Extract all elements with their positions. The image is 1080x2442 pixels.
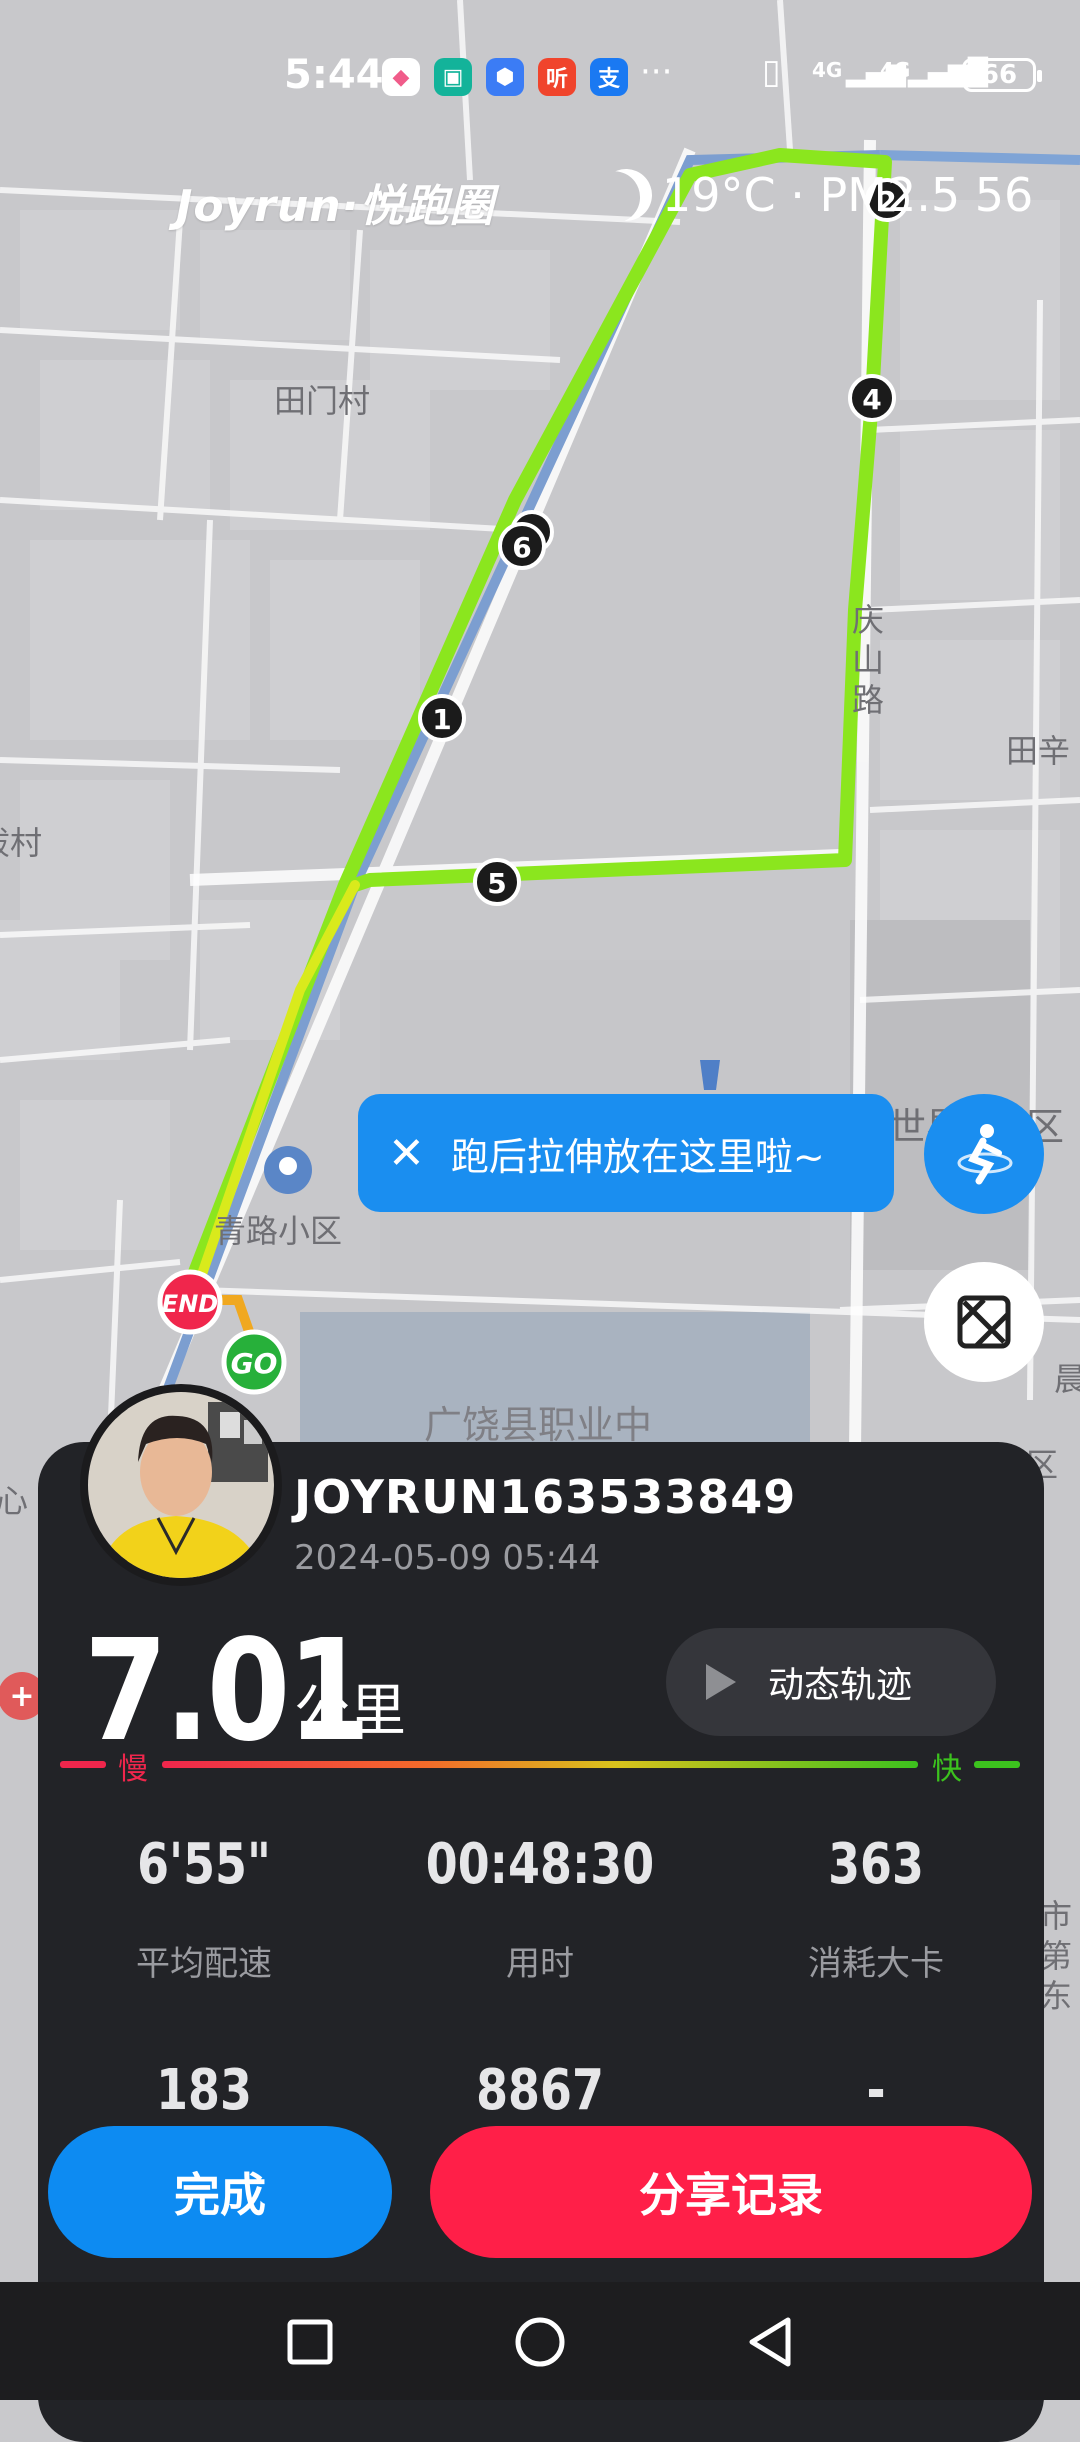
status-time: 5:44	[284, 52, 384, 98]
weather-text: 19°C · PM2.5 56	[662, 168, 1034, 222]
poi-pin-icon	[264, 1146, 312, 1194]
speed-legend-bar	[60, 1761, 1020, 1768]
dynamic-track-button[interactable]: 动态轨迹	[666, 1628, 996, 1736]
map-label: 庆山路	[852, 601, 885, 719]
cadence-value: 183	[156, 2058, 252, 2123]
share-record-button[interactable]: 分享记录	[430, 2126, 1032, 2258]
start-marker: GO	[221, 1329, 287, 1395]
km-marker-5: 5	[473, 858, 521, 906]
map-label: 心	[0, 1482, 29, 1520]
system-nav-bar	[0, 2282, 1080, 2400]
tooltip-text: 跑后拉伸放在这里啦~	[450, 1134, 825, 1179]
calories-value: 363	[828, 1832, 924, 1897]
dynamic-track-label: 动态轨迹	[768, 1665, 913, 1706]
distance-unit: 公里	[294, 1679, 406, 1744]
map-label: 秡村	[0, 824, 43, 862]
status-bar: 5:44 ◆ ▣ ⬢ 听 支 ··· ▯ 4G ▂▄▆ 4G ▂▄▆█ 66	[0, 52, 1080, 112]
map-label: 田门村	[274, 382, 371, 420]
svg-text:1: 1	[432, 703, 451, 736]
map-label: 田辛	[1006, 732, 1071, 770]
avatar[interactable]	[80, 1384, 282, 1586]
avg-pace-label: 平均配速	[136, 1944, 272, 1984]
color-app-icon: ◆	[382, 58, 420, 96]
shield-app-icon: ⬢	[486, 58, 524, 96]
end-marker: END	[157, 1269, 223, 1335]
km-marker-4: 4	[848, 374, 896, 422]
run-datetime: 2024-05-09 05:44	[294, 1538, 601, 1578]
alipay-icon: 支	[590, 58, 628, 96]
play-icon	[706, 1664, 736, 1700]
avg-pace-value: 6'55"	[137, 1832, 271, 1897]
mi-icon: ▣	[434, 58, 472, 96]
map-layer-button[interactable]	[924, 1262, 1044, 1382]
stretch-tooltip[interactable]: ✕ 跑后拉伸放在这里啦~	[358, 1094, 894, 1212]
stat-empty-value: -	[866, 2058, 886, 2123]
signal-2-label: 4G	[880, 58, 911, 82]
weather-info: 19°C · PM2.5 56	[600, 168, 1033, 222]
km-marker-6: 6	[498, 522, 546, 570]
back-icon[interactable]	[744, 2316, 796, 2368]
km-marker-1: 1	[418, 694, 466, 742]
done-button[interactable]: 完成	[48, 2126, 392, 2258]
home-icon[interactable]	[514, 2316, 566, 2368]
svg-text:GO: GO	[231, 1347, 278, 1380]
battery-indicator: 66	[962, 58, 1042, 92]
duration-label: 用时	[506, 1944, 574, 1984]
svg-text:5: 5	[487, 867, 506, 900]
map-label: 晨	[1054, 1360, 1080, 1398]
map-label: 青路小区	[214, 1212, 343, 1250]
speed-fast-label: 快	[932, 1752, 962, 1787]
svg-text:+: +	[9, 1679, 34, 1714]
signal-1-label: 4G	[812, 58, 843, 82]
listen-app-icon: 听	[538, 58, 576, 96]
avatar-photo	[88, 1392, 274, 1578]
map-layer-icon	[957, 1295, 1011, 1349]
moon-icon	[593, 162, 660, 229]
nfc-icon: ▯	[762, 52, 781, 92]
brand-logo: Joyrun·悦跑圈	[176, 181, 495, 232]
duration-value: 00:48:30	[425, 1832, 655, 1897]
svg-text:END: END	[162, 1290, 218, 1318]
stretch-button[interactable]	[924, 1094, 1044, 1214]
stretch-icon	[957, 1124, 1013, 1185]
svg-text:6: 6	[512, 531, 531, 564]
map-label: 市第东	[1040, 1897, 1073, 2015]
speed-slow-label: 慢	[118, 1752, 148, 1787]
svg-text:4: 4	[862, 383, 881, 416]
close-icon[interactable]: ✕	[388, 1128, 425, 1179]
more-notifications-icon: ···	[640, 52, 673, 92]
map-label: 广饶县职业中	[424, 1403, 653, 1447]
username: JOYRUN163533849	[294, 1470, 797, 1524]
calories-label: 消耗大卡	[808, 1944, 944, 1984]
recents-icon[interactable]	[286, 2318, 334, 2366]
steps-value: 8867	[476, 2058, 604, 2123]
